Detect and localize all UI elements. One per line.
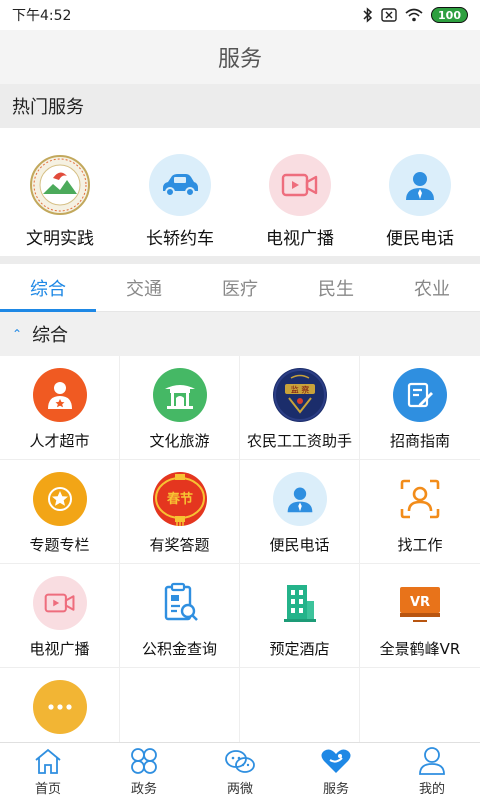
category-tabs: 综合 交通 医疗 民生 农业 [0, 264, 480, 312]
user-icon [418, 746, 446, 776]
person-icon [389, 154, 451, 216]
hot-service-civilization[interactable]: 文明实践 [0, 128, 120, 256]
grid-item-label: 招商指南 [389, 432, 450, 450]
nav-label: 政务 [130, 782, 157, 797]
grid-item-label: 文化旅游 [149, 432, 210, 450]
tab-comprehensive[interactable]: 综合 [0, 264, 96, 312]
festival-badge-text: 春节 [165, 491, 192, 507]
nav-weibo-wechat[interactable]: 两微 [192, 743, 288, 800]
grid-item-tv[interactable]: 电视广播 [0, 564, 120, 668]
vr-icon: VR [393, 576, 447, 630]
vr-badge-text: VR [410, 595, 430, 610]
status-bar: 下午4:52 100 [0, 0, 480, 30]
grid-empty-cell [240, 668, 360, 742]
nav-home[interactable]: 首页 [0, 743, 96, 800]
sim-off-icon [381, 8, 397, 22]
grid-item-label: 人才超市 [29, 432, 90, 450]
hot-service-label: 文明实践 [26, 229, 94, 249]
grid-item-vr[interactable]: VR 全景鹤峰VR [360, 564, 480, 668]
nav-government[interactable]: 政务 [96, 743, 192, 800]
grid-item-label: 找工作 [397, 536, 443, 554]
civilization-badge-icon [29, 154, 91, 216]
edit-doc-icon [393, 368, 447, 422]
nav-label: 两微 [226, 782, 253, 797]
person-icon [272, 472, 327, 526]
status-time: 下午4:52 [12, 8, 72, 24]
grid-item-special-topics[interactable]: 专题专栏 [0, 460, 120, 564]
grid-item-label: 有奖答题 [149, 536, 210, 554]
nav-label: 我的 [418, 782, 445, 797]
hot-service-label: 长轿约车 [146, 229, 214, 249]
hot-service-label: 电视广播 [266, 229, 334, 249]
grid-item-label: 预定酒店 [269, 640, 330, 658]
nav-label: 服务 [322, 782, 349, 797]
video-camera-icon [269, 154, 331, 216]
hot-service-car[interactable]: 长轿约车 [120, 128, 240, 256]
grid-item-phone[interactable]: 便民电话 [240, 460, 360, 564]
tab-medical[interactable]: 医疗 [192, 264, 288, 311]
status-icons: 100 [363, 7, 468, 23]
grid-flower-icon [129, 746, 159, 776]
grid-item-fund-query[interactable]: 公积金查询 [120, 564, 240, 668]
grid-item-quiz[interactable]: 春节 有奖答题 [120, 460, 240, 564]
grid-empty-cell [120, 668, 240, 742]
grid-item-more[interactable]: 更多 [0, 668, 120, 742]
page-title: 服务 [0, 30, 480, 84]
hot-service-label: 便民电话 [386, 229, 454, 249]
nav-service-active[interactable]: 服务 [288, 743, 384, 800]
grid-item-find-job[interactable]: 找工作 [360, 460, 480, 564]
spring-festival-icon: 春节 [152, 472, 207, 526]
grid-item-talent[interactable]: 人才超市 [0, 356, 120, 460]
job-search-icon [393, 472, 447, 526]
section-divider [0, 256, 480, 264]
grid-item-label: 公积金查询 [141, 640, 217, 658]
grid-item-wage-helper[interactable]: 监 察 农民工工资助手 [240, 356, 360, 460]
grid-empty-cell [360, 668, 480, 742]
service-grid: 人才超市 文化旅游 监 察 农民工工资助手 招商指南 专题专栏 春节 有奖答题 [0, 356, 480, 742]
bluetooth-icon [363, 7, 373, 23]
grid-item-label: 专题专栏 [29, 536, 90, 554]
fund-query-icon [152, 576, 207, 630]
nav-mine[interactable]: 我的 [384, 743, 480, 800]
talent-icon [32, 368, 87, 422]
weibo-wechat-icon [223, 746, 257, 776]
hot-service-tv[interactable]: 电视广播 [240, 128, 360, 256]
star-icon [32, 472, 87, 526]
bottom-nav: 首页 政务 两微 服务 我的 [0, 742, 480, 800]
supervision-badge-icon: 监 察 [272, 368, 327, 422]
grid-item-culture-tourism[interactable]: 文化旅游 [120, 356, 240, 460]
heart-service-icon [320, 746, 352, 776]
grid-item-label: 全景鹤峰VR [379, 640, 461, 658]
car-icon [149, 154, 211, 216]
tab-traffic[interactable]: 交通 [96, 264, 192, 311]
section-header[interactable]: ⌃ 综合 [0, 312, 480, 356]
nav-label: 首页 [34, 782, 61, 797]
more-icon [32, 680, 87, 734]
tab-livelihood[interactable]: 民生 [288, 264, 384, 311]
chevron-up-icon: ⌃ [12, 327, 23, 341]
grid-item-hotel[interactable]: 预定酒店 [240, 564, 360, 668]
hot-services-title: 热门服务 [0, 84, 480, 128]
section-title: 综合 [32, 325, 69, 346]
video-camera-icon [32, 576, 87, 630]
hot-services-grid: 文明实践 长轿约车 电视广播 便民电话 [0, 128, 480, 256]
wifi-icon [405, 8, 423, 22]
hotel-building-icon [272, 576, 327, 630]
grid-item-investment-guide[interactable]: 招商指南 [360, 356, 480, 460]
svg-text:监 察: 监 察 [290, 385, 309, 395]
hot-service-phone[interactable]: 便民电话 [360, 128, 480, 256]
grid-item-label: 农民工工资助手 [246, 432, 352, 450]
grid-item-label: 便民电话 [269, 536, 330, 554]
battery-indicator: 100 [431, 7, 468, 23]
home-icon [33, 746, 63, 776]
grid-item-label: 电视广播 [29, 640, 90, 658]
pavilion-icon [152, 368, 207, 422]
tab-agriculture[interactable]: 农业 [384, 264, 480, 311]
